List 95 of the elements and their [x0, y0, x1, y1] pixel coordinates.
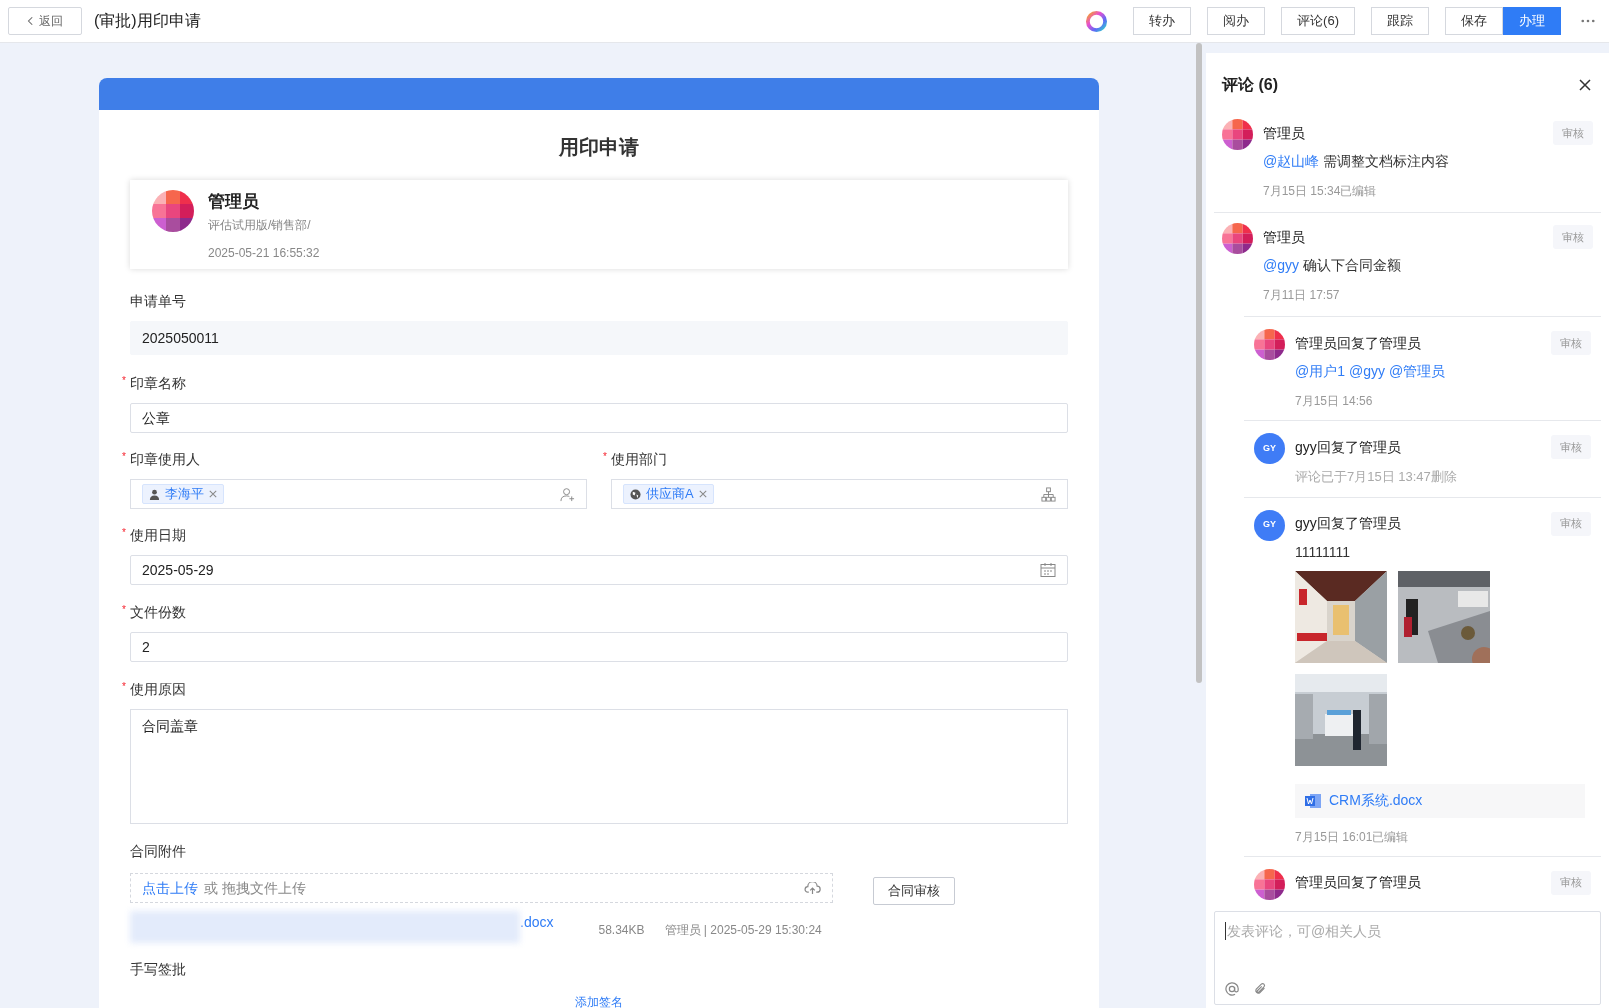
field-label: 手写签批: [130, 959, 186, 979]
review-button[interactable]: 审核: [1553, 121, 1593, 145]
file-meta: 管理员 | 2025-05-29 15:30:24: [664, 922, 822, 939]
avatar-icon: [1222, 223, 1253, 254]
selected-tag[interactable]: 供应商A: [623, 484, 714, 504]
file-link[interactable]: .docx: [520, 912, 554, 933]
review-button[interactable]: 审核: [1551, 435, 1591, 459]
avatar-icon: [152, 190, 194, 232]
comments-title: 评论 (6): [1222, 75, 1278, 95]
required-mark: *: [122, 528, 126, 538]
toolbar-button[interactable]: 评论(6): [1281, 7, 1355, 35]
chevron-left-icon: [27, 16, 33, 26]
file-size: 58.34KB: [598, 922, 645, 939]
comment-text: 需调整文档标注内容: [1323, 152, 1450, 171]
person-icon: [149, 488, 160, 500]
selected-tag[interactable]: 李海平: [142, 484, 224, 504]
required-mark: *: [122, 682, 126, 692]
applicant-name: 管理员: [208, 191, 260, 213]
mention-icon[interactable]: [1225, 982, 1239, 996]
more-icon[interactable]: [1581, 19, 1595, 23]
comment-author: gyy回复了管理员: [1295, 514, 1401, 533]
contract-review-button[interactable]: 合同审核: [873, 877, 955, 905]
field-label: 合同附件: [130, 841, 186, 861]
required-mark: *: [122, 605, 126, 615]
add-signature-link[interactable]: 添加签名: [575, 993, 623, 1008]
globe-icon: [630, 488, 641, 500]
required-mark: *: [122, 376, 126, 386]
review-button[interactable]: 审核: [1553, 225, 1593, 249]
word-file-icon: [1305, 793, 1321, 808]
comment-author: 管理员回复了管理员: [1295, 873, 1421, 892]
avatar-icon: [1254, 329, 1285, 360]
add-person-icon[interactable]: [560, 486, 575, 502]
comment-time: 7月15日 14:56: [1295, 393, 1374, 410]
ring-logo-icon[interactable]: [1085, 9, 1109, 33]
date-field[interactable]: 2025-05-29: [130, 555, 1068, 585]
number-field[interactable]: 2025050011: [130, 321, 1068, 355]
review-button[interactable]: 审核: [1551, 331, 1591, 355]
mention-link[interactable]: @管理员: [1389, 361, 1446, 382]
comment-author: 管理员回复了管理员: [1295, 333, 1421, 353]
avatar-icon: [1222, 119, 1253, 150]
required-mark: *: [122, 452, 126, 462]
review-button[interactable]: 审核: [1551, 511, 1591, 536]
comment-time: 7月15日 16:01已编辑: [1295, 828, 1410, 846]
mention-link[interactable]: @gyy: [1349, 361, 1385, 382]
comment-author: 管理员: [1263, 227, 1305, 247]
scrollbar-thumb[interactable]: [1196, 43, 1202, 683]
toolbar-button[interactable]: 转办: [1133, 7, 1192, 35]
back-button[interactable]: 返回: [8, 7, 82, 35]
initials-avatar: GY: [1254, 509, 1285, 541]
close-icon[interactable]: [1579, 79, 1591, 91]
page-title: (审批)用印申请: [94, 11, 201, 31]
deleted-note: 评论已于7月15日 13:47删除: [1295, 468, 1458, 486]
field-label: 使用原因: [130, 679, 186, 699]
applicant-time: 2025-05-21 16:55:32: [208, 245, 320, 262]
org-chart-icon[interactable]: [1041, 486, 1056, 502]
upload-hint: 或 拖拽文件上传: [204, 878, 306, 898]
cloud-upload-icon: [804, 881, 821, 895]
toolbar-button[interactable]: 保存: [1445, 7, 1503, 35]
comment-time: 7月15日 15:34已编辑: [1263, 183, 1378, 200]
field-label: 使用部门: [611, 449, 667, 469]
field-label: 文件份数: [130, 602, 186, 622]
mention-link[interactable]: @用户1: [1295, 361, 1345, 382]
upload-area[interactable]: 点击上传 或 拖拽文件上传: [130, 873, 833, 903]
remove-icon[interactable]: [698, 490, 707, 498]
comment-text: 确认下合同金额: [1303, 256, 1401, 275]
comment-text: 11111111: [1295, 542, 1350, 562]
seal-user-field[interactable]: 李海平: [130, 479, 587, 509]
form-title: 用印申请: [558, 135, 640, 160]
toolbar-button[interactable]: 阅办: [1207, 7, 1266, 35]
avatar-icon: [1254, 868, 1285, 900]
upload-link[interactable]: 点击上传: [142, 877, 198, 899]
required-mark: *: [603, 452, 607, 462]
reason-textarea[interactable]: 合同盖章: [130, 709, 1068, 824]
review-button[interactable]: 审核: [1551, 870, 1591, 895]
field-label: 印章使用人: [130, 449, 200, 469]
file-attachment[interactable]: CRM系统.docx: [1295, 783, 1585, 818]
comment-input[interactable]: 发表评论，可@相关人员: [1214, 911, 1601, 1005]
mention-link[interactable]: @赵山峰: [1263, 151, 1320, 172]
comment-author: 管理员: [1263, 123, 1305, 143]
mention-link[interactable]: @gyy: [1263, 255, 1299, 276]
remove-icon[interactable]: [209, 490, 217, 498]
field-label: 使用日期: [130, 525, 186, 545]
paperclip-icon[interactable]: [1253, 982, 1267, 996]
field-label: 申请单号: [130, 291, 186, 311]
comment-author: gyy回复了管理员: [1295, 437, 1401, 457]
toolbar-button[interactable]: 跟踪: [1371, 7, 1429, 35]
toolbar-button[interactable]: 办理: [1503, 7, 1561, 35]
calendar-icon[interactable]: [1040, 562, 1056, 578]
applicant-department: 评估试用版/销售部/: [208, 217, 312, 234]
initials-avatar: GY: [1254, 433, 1285, 464]
copies-field[interactable]: 2: [130, 632, 1068, 662]
field-label: 印章名称: [130, 373, 186, 393]
comment-time: 7月11日 17:57: [1263, 287, 1341, 304]
department-field[interactable]: 供应商A: [611, 479, 1068, 509]
seal-name-field[interactable]: 公章: [130, 403, 1068, 433]
